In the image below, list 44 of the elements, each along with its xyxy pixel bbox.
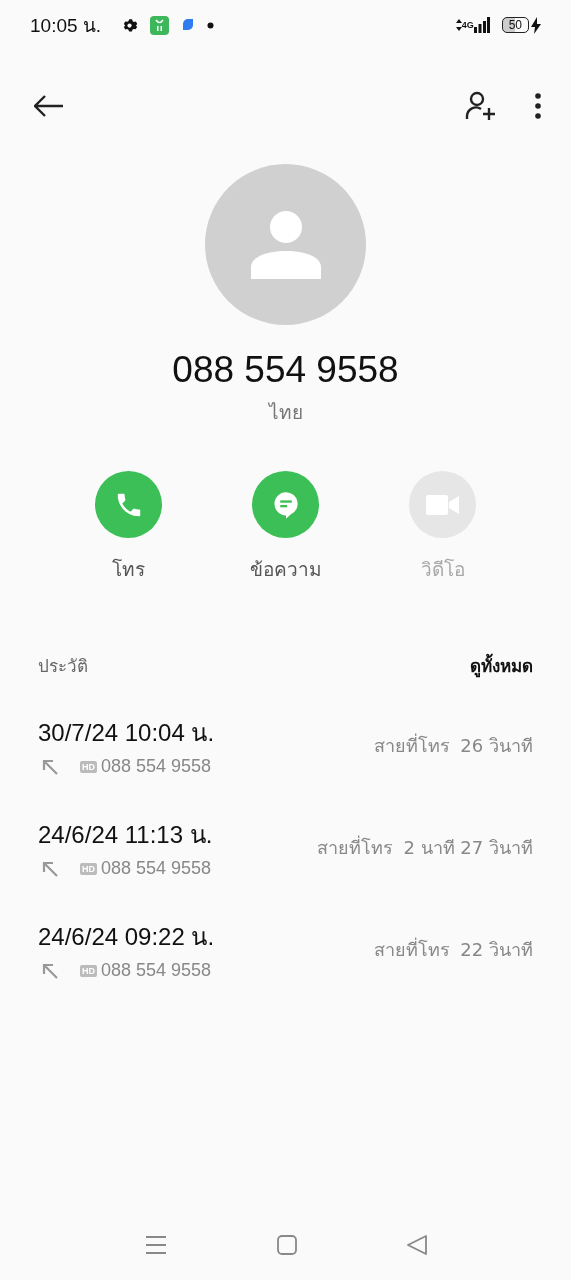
charging-icon	[531, 16, 541, 34]
phone-number: 088 554 9558	[172, 349, 399, 391]
call-log-item[interactable]: 24/6/24 11:13 น. HD 088 554 9558 สายที่โทร 2 นาที 27 วินาที	[0, 796, 571, 898]
call-log-item[interactable]: 30/7/24 10:04 น. HD 088 554 9558 สายที่โทร 26 วินาที	[0, 694, 571, 796]
outgoing-call-icon	[42, 758, 58, 775]
video-camera-icon	[425, 492, 460, 517]
outgoing-call-icon	[42, 962, 58, 979]
add-contact-icon[interactable]	[465, 91, 497, 121]
call-number: 088 554 9558	[101, 960, 212, 981]
back-arrow-icon[interactable]	[34, 95, 64, 117]
view-all-link[interactable]: ดูทั้งหมด	[470, 652, 533, 679]
call-type: สายที่โทร	[374, 732, 451, 758]
gear-icon	[121, 16, 139, 34]
person-icon	[250, 210, 321, 279]
call-datetime: 30/7/24 10:04 น.	[38, 718, 216, 748]
call-duration: 26 วินาที	[460, 733, 533, 758]
history-title: ประวัติ	[38, 655, 88, 678]
call-duration: 22 วินาที	[460, 937, 533, 962]
chat-bubble-icon	[271, 489, 300, 520]
signal-icon	[473, 17, 490, 33]
more-options-icon[interactable]	[535, 93, 541, 119]
call-datetime: 24/6/24 11:13 น.	[38, 820, 214, 850]
hd-badge: HD	[80, 862, 97, 875]
outgoing-call-icon	[42, 860, 58, 877]
home-square-icon[interactable]	[276, 1235, 297, 1255]
call-number: 088 554 9558	[101, 756, 212, 777]
network-type: 4G	[461, 20, 474, 30]
app-icon	[181, 18, 196, 32]
call-log-item[interactable]: 24/6/24 09:22 น. HD 088 554 9558 สายที่โทร 22 วินาที	[0, 898, 571, 1000]
status-time: 10:05 น.	[30, 14, 102, 38]
app-icon	[150, 15, 170, 35]
hd-badge: HD	[80, 760, 97, 773]
menu-icon[interactable]	[144, 1235, 167, 1255]
data-arrows-icon	[455, 19, 462, 31]
call-duration: 2 นาที 27 วินาที	[403, 835, 533, 860]
call-type: สายที่โทร	[374, 936, 451, 962]
call-type: สายที่โทร	[317, 834, 394, 860]
number-region: ไทย	[268, 400, 303, 425]
dot-icon	[207, 21, 215, 29]
back-triangle-icon[interactable]	[406, 1235, 427, 1255]
call-datetime: 24/6/24 09:22 น.	[38, 922, 216, 952]
call-number: 088 554 9558	[101, 858, 212, 879]
battery-level: 50	[501, 17, 529, 33]
hd-badge: HD	[80, 964, 97, 977]
